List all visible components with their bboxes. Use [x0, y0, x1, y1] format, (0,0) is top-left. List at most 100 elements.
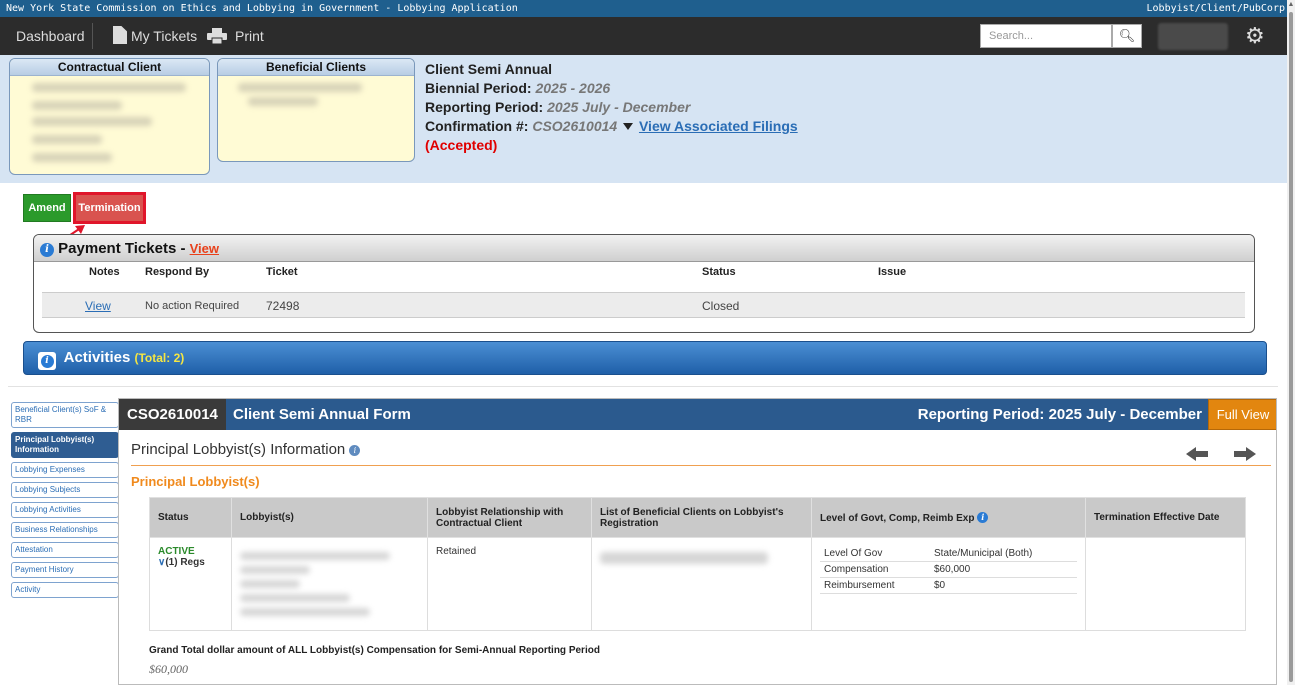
column-header: Status [149, 497, 232, 538]
beneficial-clients-box: Beneficial Clients [217, 58, 415, 162]
confirmation-number: Confirmation #: CSO2610014 View Associat… [425, 118, 798, 134]
table-row: View No action Required 72498 Closed [42, 292, 1245, 318]
column-header: Level of Govt, Comp, Reimb Exp i [811, 497, 1086, 538]
sidebar-item-attestation[interactable]: Attestation [11, 542, 119, 558]
column-header: Notes [89, 266, 120, 278]
app-title-bar: New York State Commission on Ethics and … [0, 0, 1295, 17]
beneficial-clients-heading: Beneficial Clients [218, 59, 414, 76]
arrow-right-icon[interactable] [1234, 447, 1256, 461]
payment-tickets-view-link[interactable]: View [190, 241, 219, 256]
biennial-value: 2025 - 2026 [535, 80, 611, 96]
status-badge: (Accepted) [425, 137, 498, 153]
termination-button[interactable]: Termination [73, 192, 146, 224]
search-input[interactable]: Search... [980, 24, 1112, 48]
contractual-client-heading: Contractual Client [10, 59, 209, 76]
filing-header: Contractual Client Beneficial Clients Cl… [0, 55, 1287, 183]
full-view-button[interactable]: Full View [1208, 399, 1276, 430]
confirmation-value: CSO2610014 [532, 118, 618, 134]
principal-lobbyists-table: Status Lobbyist(s) Lobbyist Relationship… [149, 497, 1246, 631]
sidebar-item-business-relationships[interactable]: Business Relationships [11, 522, 119, 538]
scroll-up-icon[interactable]: ▲ [1287, 0, 1295, 10]
sidebar-item-principal-lobbyists[interactable]: Principal Lobbyist(s) Information [11, 432, 119, 458]
grand-total-value: $60,000 [149, 662, 188, 676]
form-id: CSO2610014 [119, 399, 226, 430]
grand-total-label: Grand Total dollar amount of ALL Lobbyis… [149, 645, 600, 656]
search-button[interactable]: 🔍︎ [1112, 24, 1142, 48]
nav-divider [92, 23, 93, 49]
printer-icon[interactable] [207, 28, 227, 44]
app-title: New York State Commission on Ethics and … [6, 3, 518, 14]
ticket-notes-view-link[interactable]: View [85, 293, 111, 319]
activities-bar[interactable]: i Activities (Total: 2) [23, 341, 1267, 375]
relationship-cell: Retained [427, 537, 592, 631]
column-header: Lobbyist(s) [231, 497, 428, 538]
gear-icon[interactable]: ⚙︎ [1245, 24, 1265, 48]
form-reporting-period: Reporting Period: 2025 July - December [917, 406, 1202, 423]
activities-total: (Total: 2) [134, 351, 185, 365]
sidebar-item-beneficial-clients[interactable]: Beneficial Client(s) SoF & RBR [11, 402, 119, 428]
biennial-period: Biennial Period: 2025 - 2026 [425, 80, 611, 96]
payment-tickets-header: i Payment Tickets - View [34, 235, 1254, 262]
sidebar-item-payment-history[interactable]: Payment History [11, 562, 119, 578]
ticket-number: 72498 [266, 299, 300, 313]
subsection-title: Principal Lobbyist(s) [131, 474, 260, 489]
filing-info: Client Semi Annual Biennial Period: 2025… [425, 60, 798, 155]
view-associated-filings-link[interactable]: View Associated Filings [639, 118, 798, 134]
form-name: Client Semi Annual [425, 61, 553, 77]
info-icon: i [40, 243, 54, 257]
form-sidebar: Beneficial Client(s) SoF & RBR Principal… [11, 402, 119, 602]
sidebar-item-lobbying-subjects[interactable]: Lobbying Subjects [11, 482, 119, 498]
section-underline [131, 465, 1271, 466]
reporting-value: 2025 July - December [547, 99, 691, 115]
table-header-row: Status Lobbyist(s) Lobbyist Relationship… [149, 497, 1246, 538]
level-comp-table: Level Of Gov State/Municipal (Both) Compe… [820, 546, 1077, 594]
info-icon: i [38, 352, 56, 370]
payment-tickets-panel: i Payment Tickets - View Notes Respond B… [33, 234, 1255, 333]
activities-title: Activities [63, 349, 131, 366]
user-role: Lobbyist/Client/PubCorp [1146, 3, 1285, 14]
active-status: ACTIVE [158, 546, 195, 557]
sidebar-item-activity[interactable]: Activity [11, 582, 119, 598]
lobbyist-cell [231, 537, 428, 631]
ticket-respond-by: No action Required [145, 300, 240, 312]
column-header: List of Beneficial Clients on Lobbyist's… [591, 497, 812, 538]
info-icon[interactable]: i [977, 511, 989, 523]
sidebar-item-lobbying-activities[interactable]: Lobbying Activities [11, 502, 119, 518]
my-tickets-link[interactable]: My Tickets [131, 17, 197, 55]
termination-date-cell [1085, 537, 1246, 631]
contractual-client-box: Contractual Client [9, 58, 210, 175]
form-title: Client Semi Annual Form [233, 406, 411, 423]
regs-toggle[interactable]: ∨(1) Regs [158, 557, 223, 568]
column-header: Lobbyist Relationship with Contractual C… [427, 497, 592, 538]
section-title: Principal Lobbyist(s) Information i [131, 441, 361, 458]
table-row: ACTIVE ∨(1) Regs Retained Level Of GovS [149, 537, 1246, 631]
record-navigation [1186, 447, 1256, 461]
arrow-left-icon[interactable] [1186, 447, 1208, 461]
column-header: Respond By [145, 266, 210, 278]
column-header: Issue [878, 266, 907, 278]
payment-tickets-title: Payment Tickets - [58, 240, 190, 257]
column-header: Status [702, 266, 736, 278]
status-cell: ACTIVE ∨(1) Regs [149, 537, 232, 631]
info-icon[interactable]: i [349, 445, 361, 456]
dashboard-link[interactable]: Dashboard [16, 17, 85, 55]
top-navbar: Dashboard My Tickets Print Search... 🔍︎ … [0, 17, 1295, 55]
level-comp-cell: Level Of Gov State/Municipal (Both) Compe… [811, 537, 1086, 631]
form-header: CSO2610014 Client Semi Annual Form Repor… [119, 399, 1276, 430]
document-icon[interactable] [113, 26, 127, 44]
scrollbar-thumb[interactable] [1289, 12, 1293, 682]
payment-tickets-columns: Notes Respond By Ticket Status Issue [34, 262, 1254, 283]
form-panel: CSO2610014 Client Semi Annual Form Repor… [118, 398, 1277, 685]
column-header: Termination Effective Date [1085, 497, 1246, 538]
column-header: Ticket [266, 266, 298, 278]
sidebar-item-lobbying-expenses[interactable]: Lobbying Expenses [11, 462, 119, 478]
reporting-period: Reporting Period: 2025 July - December [425, 99, 691, 115]
beneficial-clients-cell [591, 537, 812, 631]
user-avatar[interactable] [1158, 23, 1228, 50]
ticket-status: Closed [702, 299, 740, 313]
section-divider [8, 386, 1278, 387]
search-icon: 🔍︎ [1118, 28, 1136, 43]
print-link[interactable]: Print [235, 17, 264, 55]
caret-down-icon[interactable] [623, 123, 634, 130]
amend-button[interactable]: Amend [23, 194, 71, 222]
